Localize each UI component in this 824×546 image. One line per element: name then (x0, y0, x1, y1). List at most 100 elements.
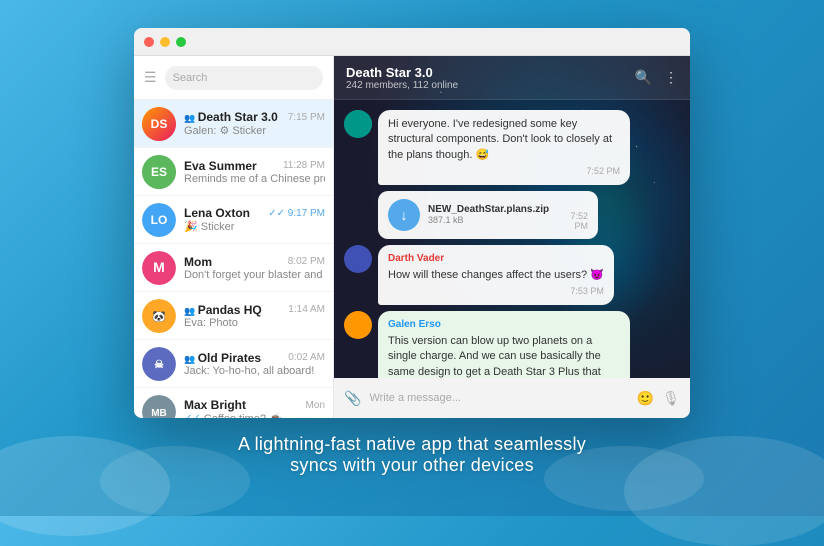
chat-info-pandas-hq: 👥 Pandas HQ 1:14 AM Eva: Photo (184, 303, 325, 329)
caption-line2: syncs with your other devices (238, 455, 586, 476)
chat-info-death-star: 👥 Death Star 3.0 7:15 PM Galen: ⚙ Sticke… (184, 110, 325, 137)
window-controls (144, 37, 186, 47)
chat-preview-old-pirates: Jack: Yo-ho-ho, all aboard! (184, 365, 325, 377)
chat-info-eva-summer: Eva Summer 11:28 PM Reminds me of a Chin… (184, 159, 325, 185)
chat-item-death-star[interactable]: DS 👥 Death Star 3.0 7:15 PM Galen: ⚙ Sti… (134, 100, 333, 148)
chat-name-pandas-hq: 👥 Pandas HQ (184, 303, 262, 317)
avatar-mom: M (142, 251, 176, 285)
avatar-death-star: DS (142, 107, 176, 141)
chat-title: Death Star 3.0 (346, 65, 458, 80)
msg-avatar-darth (344, 245, 372, 273)
file-name: NEW_DeathStar.plans.zip (428, 204, 549, 215)
search-box[interactable]: Search (165, 66, 323, 90)
chat-info-old-pirates: 👥 Old Pirates 0:02 AM Jack: Yo-ho-ho, al… (184, 351, 325, 377)
message-bubble-galen: Galen Erso This version can blow up two … (378, 311, 630, 378)
message-row-4: Galen Erso This version can blow up two … (344, 311, 680, 378)
message-sender-darth: Darth Vader (388, 252, 604, 266)
message-text-galen: This version can blow up two planets on … (388, 334, 620, 378)
caption-line1: A lightning-fast native app that seamles… (238, 434, 586, 455)
message-bubble-darth: Darth Vader How will these changes affec… (378, 245, 614, 305)
message-time-darth: 7:53 PM (388, 285, 604, 298)
chat-time-eva-summer: 11:28 PM (283, 160, 325, 171)
chat-item-lena-oxton[interactable]: LO Lena Oxton ✓✓ 9:17 PM 🎉 Sticker (134, 196, 333, 244)
chat-panel: Death Star 3.0 242 members, 112 online 🔍… (334, 56, 690, 418)
microphone-icon[interactable]: 🎙 (662, 390, 680, 407)
message-row-1: Hi everyone. I've redesigned some key st… (344, 110, 680, 185)
chat-time-mom: 8:02 PM (288, 256, 325, 267)
svg-text:DS: DS (151, 117, 168, 131)
input-right-icons: 🙂 🎙 (637, 390, 680, 407)
chat-name-old-pirates: 👥 Old Pirates (184, 351, 261, 365)
chat-name-max-bright: Max Bright (184, 398, 246, 412)
svg-text:M: M (153, 259, 165, 275)
chat-item-mom[interactable]: M Mom 8:02 PM Don't forget your blaster … (134, 244, 333, 292)
emoji-icon[interactable]: 🙂 (637, 390, 654, 407)
chat-list: DS 👥 Death Star 3.0 7:15 PM Galen: ⚙ Sti… (134, 100, 333, 418)
chat-preview-max-bright: ✓✓ Coffee time? ☕ (184, 412, 325, 418)
chat-preview-pandas-hq: Eva: Photo (184, 317, 325, 329)
svg-text:ES: ES (151, 165, 167, 179)
avatar-eva-summer: ES (142, 155, 176, 189)
svg-text:☠: ☠ (154, 359, 164, 371)
msg-avatar-galen (344, 311, 372, 339)
chat-item-eva-summer[interactable]: ES Eva Summer 11:28 PM Reminds me of a C… (134, 148, 333, 196)
chat-time-max-bright: Mon (306, 400, 325, 411)
more-options-icon[interactable]: ⋮ (664, 69, 678, 86)
chat-info-mom: Mom 8:02 PM Don't forget your blaster an… (184, 255, 325, 281)
file-size: 387.1 kB (428, 215, 549, 225)
search-chat-icon[interactable]: 🔍 (635, 69, 652, 86)
message-time-1: 7:52 PM (388, 165, 620, 178)
message-row-3: Darth Vader How will these changes affec… (344, 245, 680, 305)
chat-preview-lena-oxton: 🎉 Sticker (184, 220, 325, 233)
msg-avatar-1 (344, 110, 372, 138)
chat-time-lena-oxton: ✓✓ 9:17 PM (268, 208, 325, 219)
chat-info-max-bright: Max Bright Mon ✓✓ Coffee time? ☕ (184, 398, 325, 418)
chat-header: Death Star 3.0 242 members, 112 online 🔍… (334, 56, 690, 100)
chat-time-death-star: 7:15 PM (288, 112, 325, 123)
chat-name-lena-oxton: Lena Oxton (184, 206, 250, 220)
search-placeholder: Search (173, 72, 208, 84)
svg-text:🐼: 🐼 (152, 310, 166, 323)
avatar-old-pirates: ☠ (142, 347, 176, 381)
close-button[interactable] (144, 37, 154, 47)
avatar-max-bright: MB (142, 395, 176, 419)
chat-preview-eva-summer: Reminds me of a Chinese prove... 2 (184, 173, 325, 185)
chat-header-actions: 🔍 ⋮ (635, 69, 678, 86)
file-time: 7:52 PM (557, 211, 588, 231)
message-sender-galen: Galen Erso (388, 318, 620, 332)
file-info: NEW_DeathStar.plans.zip 387.1 kB (428, 204, 549, 225)
cloud-decoration-left2 (100, 446, 250, 516)
chat-name-mom: Mom (184, 255, 212, 269)
chat-time-old-pirates: 0:02 AM (288, 352, 325, 363)
chat-header-info: Death Star 3.0 242 members, 112 online (346, 65, 458, 91)
maximize-button[interactable] (176, 37, 186, 47)
sidebar: ☰ Search DS (134, 56, 334, 418)
message-text-1: Hi everyone. I've redesigned some key st… (388, 117, 620, 163)
chat-item-pandas-hq[interactable]: 🐼 👥 Pandas HQ 1:14 AM Eva: Photo (134, 292, 333, 340)
title-bar (134, 28, 690, 56)
attachment-icon[interactable]: 📎 (344, 390, 361, 407)
file-icon: ↓ (388, 199, 420, 231)
chat-status: 242 members, 112 online (346, 80, 458, 91)
chat-time-pandas-hq: 1:14 AM (288, 304, 325, 315)
chat-item-max-bright[interactable]: MB Max Bright Mon ✓✓ Coffee time? ☕ (134, 388, 333, 418)
hamburger-icon[interactable]: ☰ (144, 69, 157, 86)
chat-preview-death-star: Galen: ⚙ Sticker (184, 124, 325, 137)
message-input-placeholder[interactable]: Write a message... (369, 392, 628, 404)
avatar-pandas-hq: 🐼 (142, 299, 176, 333)
chat-name-eva-summer: Eva Summer (184, 159, 257, 173)
svg-text:MB: MB (151, 408, 167, 419)
chat-info-lena-oxton: Lena Oxton ✓✓ 9:17 PM 🎉 Sticker (184, 206, 325, 233)
app-window: ☰ Search DS (134, 28, 690, 418)
message-row-2: ↓ NEW_DeathStar.plans.zip 387.1 kB 7:52 … (344, 191, 680, 239)
chat-name-death-star: 👥 Death Star 3.0 (184, 110, 278, 124)
message-text-darth: How will these changes affect the users?… (388, 268, 604, 283)
messages-area: Hi everyone. I've redesigned some key st… (334, 100, 690, 378)
chat-preview-mom: Don't forget your blaster and helmet (184, 269, 325, 281)
svg-text:LO: LO (151, 213, 168, 227)
chat-item-old-pirates[interactable]: ☠ 👥 Old Pirates 0:02 AM Jack: Yo-ho-ho, … (134, 340, 333, 388)
sidebar-header: ☰ Search (134, 56, 333, 100)
minimize-button[interactable] (160, 37, 170, 47)
avatar-lena-oxton: LO (142, 203, 176, 237)
main-content: ☰ Search DS (134, 56, 690, 418)
